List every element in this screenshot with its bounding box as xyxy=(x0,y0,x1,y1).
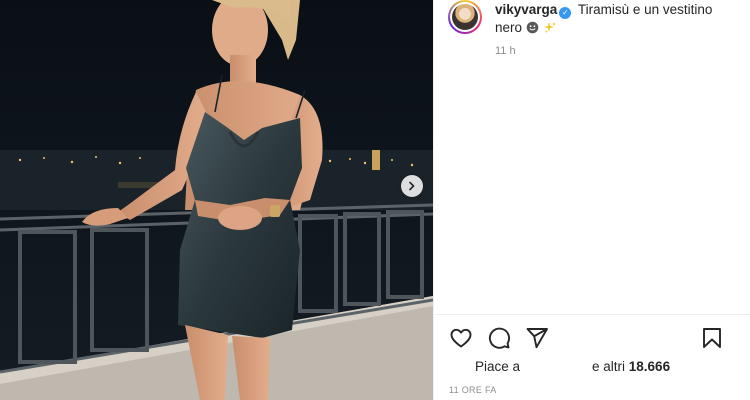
likes-prefix: Piace a xyxy=(475,359,521,374)
verified-icon: ✓ xyxy=(559,7,572,19)
post-timestamp[interactable]: 11 ORE FA xyxy=(449,385,497,395)
likes-and-text: e altri xyxy=(592,359,626,374)
avatar[interactable] xyxy=(448,0,482,34)
likes-count: 18.666 xyxy=(628,359,671,374)
post-side-panel: vikyvarga ✓ Tiramisù e un vestitino nero … xyxy=(433,0,750,400)
share-icon[interactable] xyxy=(525,326,549,350)
comment-icon[interactable] xyxy=(487,326,511,350)
likes-summary: Piace a e altri 18.666 xyxy=(449,359,749,377)
post-caption: vikyvarga ✓ Tiramisù e un vestitino nero xyxy=(495,1,725,39)
sparkles-emoji xyxy=(543,21,557,39)
bookmark-icon[interactable] xyxy=(700,326,724,350)
divider xyxy=(434,314,750,315)
night-terrace-photo xyxy=(0,0,433,400)
avatar-image xyxy=(452,4,478,30)
post-actions xyxy=(449,326,549,350)
carousel-next-button[interactable] xyxy=(401,175,423,197)
username-link[interactable]: vikyvarga xyxy=(495,2,557,17)
smiley-face-emoji xyxy=(526,21,539,39)
post-photo[interactable] xyxy=(0,0,433,400)
caption-timestamp[interactable]: 11 h xyxy=(495,45,516,57)
chevron-right-icon xyxy=(409,181,415,191)
heart-icon[interactable] xyxy=(449,326,473,350)
likes-others[interactable]: e altri 18.666 xyxy=(592,359,670,374)
